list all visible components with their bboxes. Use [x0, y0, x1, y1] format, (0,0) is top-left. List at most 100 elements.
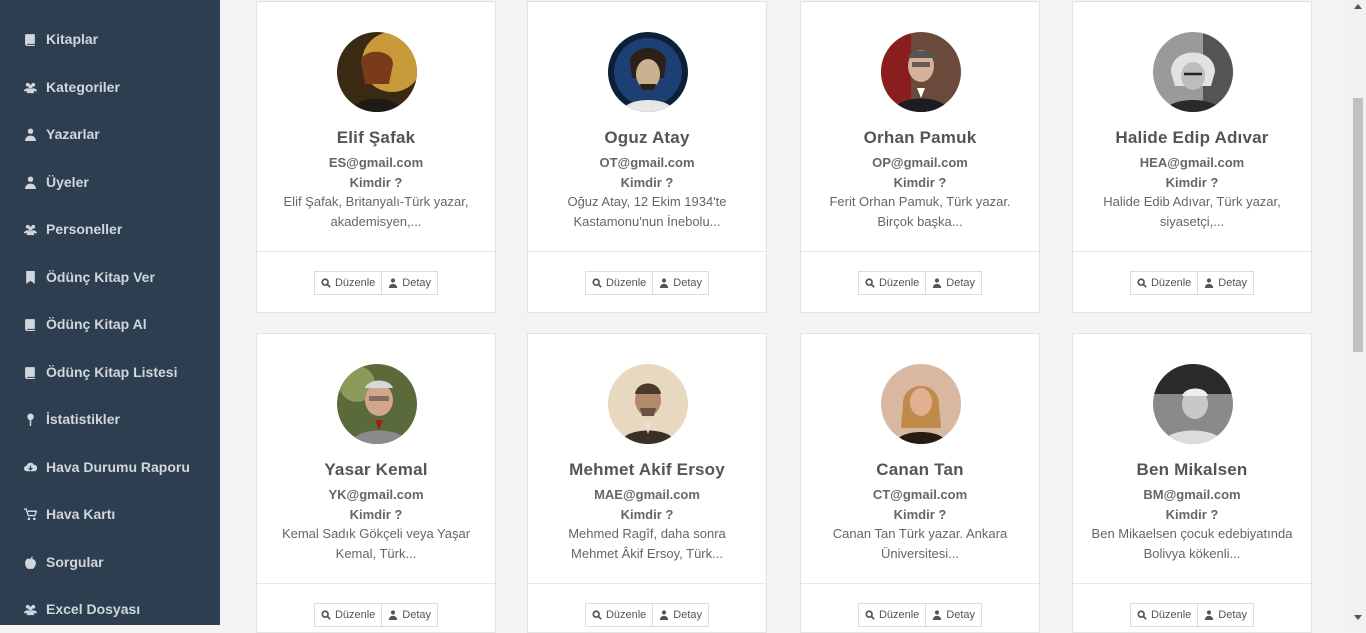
- sidebar-item-kitaplar[interactable]: Kitaplar: [24, 29, 98, 49]
- user-icon: [389, 278, 398, 288]
- detail-button[interactable]: Detay: [926, 603, 983, 627]
- avatar: [1153, 364, 1233, 444]
- author-name: Yasar Kemal: [324, 460, 428, 479]
- sidebar-item-odunc-kitap-ver[interactable]: Ödünç Kitap Ver: [24, 267, 155, 287]
- author-card: Canan Tan CT@gmail.com Kimdir ? Canan Ta…: [800, 333, 1040, 633]
- edit-button-label: Düzenle: [605, 609, 647, 621]
- avatar: [881, 32, 961, 112]
- author-bio: Canan Tan Türk yazar. Ankara Üniversites…: [832, 526, 1008, 561]
- author-card: Halide Edip Adıvar HEA@gmail.com Kimdir …: [1072, 1, 1312, 313]
- edit-button[interactable]: Düzenle: [584, 603, 654, 627]
- search-icon: [321, 610, 331, 620]
- search-icon: [1137, 278, 1147, 288]
- sidebar-item-istatistikler[interactable]: İstatistikler: [24, 409, 120, 429]
- edit-button-label: Düzenle: [605, 277, 647, 289]
- detail-button[interactable]: Detay: [926, 271, 983, 295]
- author-name: Elif Şafak: [336, 128, 416, 147]
- detail-button[interactable]: Detay: [653, 271, 710, 295]
- edit-button-label: Düzenle: [1150, 277, 1192, 289]
- sidebar-item-label: Hava Durumu Raporu: [46, 459, 190, 475]
- author-email: HEA@gmail.com: [1139, 155, 1245, 170]
- search-icon: [865, 278, 875, 288]
- users-icon: [24, 223, 37, 236]
- scroll-up-arrow-icon[interactable]: [1354, 4, 1362, 9]
- cloud-download-icon: [24, 461, 37, 474]
- author-bio: Elif Şafak, Britanyalı-Türk yazar, akade…: [283, 194, 469, 229]
- search-icon: [592, 278, 602, 288]
- detail-button[interactable]: Detay: [653, 603, 710, 627]
- sidebar-item-hava-karti[interactable]: Hava Kartı: [24, 504, 115, 524]
- edit-button-label: Düzenle: [878, 609, 920, 621]
- book-icon: [24, 366, 37, 379]
- author-card: Mehmet Akif Ersoy MAE@gmail.com Kimdir ?…: [527, 333, 767, 633]
- sidebar-item-personeller[interactable]: Personeller: [24, 219, 122, 239]
- sidebar: Kitaplar Kategoriler Yazarlar Üyeler Per…: [0, 0, 220, 625]
- sidebar-item-label: Ödünç Kitap Ver: [46, 269, 155, 285]
- sidebar-item-label: Ödünç Kitap Listesi: [46, 364, 178, 380]
- avatar: [337, 364, 417, 444]
- detail-button[interactable]: Detay: [382, 603, 439, 627]
- who-label: Kimdir ?: [620, 507, 674, 522]
- search-icon: [592, 610, 602, 620]
- user-icon: [1205, 610, 1214, 620]
- bookmark-icon: [24, 270, 37, 284]
- who-label: Kimdir ?: [1165, 175, 1219, 190]
- author-email: BM@gmail.com: [1143, 487, 1241, 502]
- edit-button-label: Düzenle: [878, 277, 920, 289]
- author-bio: Ferit Orhan Pamuk, Türk yazar. Birçok ba…: [829, 194, 1011, 229]
- avatar: [337, 32, 417, 112]
- detail-button-label: Detay: [673, 609, 703, 621]
- author-email: ES@gmail.com: [328, 155, 424, 170]
- vertical-scrollbar[interactable]: [1350, 0, 1366, 625]
- author-name: Orhan Pamuk: [863, 128, 977, 147]
- who-label: Kimdir ?: [1165, 507, 1219, 522]
- user-icon: [660, 610, 669, 620]
- sidebar-item-odunc-kitap-listesi[interactable]: Ödünç Kitap Listesi: [24, 362, 177, 382]
- user-icon: [389, 610, 398, 620]
- map-pin-icon: [24, 413, 37, 426]
- sidebar-item-label: İstatistikler: [46, 411, 120, 427]
- detail-button[interactable]: Detay: [1198, 603, 1255, 627]
- edit-button[interactable]: Düzenle: [313, 603, 383, 627]
- author-bio: Kemal Sadık Gökçeli veya Yaşar Kemal, Tü…: [281, 526, 471, 561]
- edit-button[interactable]: Düzenle: [1129, 271, 1199, 295]
- detail-button-label: Detay: [402, 609, 432, 621]
- book-icon: [24, 318, 37, 331]
- edit-button[interactable]: Düzenle: [313, 271, 383, 295]
- author-bio: Mehmed Ragîf, daha sonra Mehmet Âkif Ers…: [568, 526, 726, 561]
- sidebar-item-label: Kitaplar: [46, 31, 99, 47]
- shopping-cart-icon: [24, 507, 37, 521]
- author-bio: Halide Edib Adıvar, Türk yazar, siyasetç…: [1103, 194, 1281, 229]
- edit-button-label: Düzenle: [334, 609, 376, 621]
- sidebar-item-kategoriler[interactable]: Kategoriler: [24, 77, 120, 97]
- edit-button[interactable]: Düzenle: [584, 271, 654, 295]
- sidebar-item-hava-durumu-raporu[interactable]: Hava Durumu Raporu: [24, 457, 190, 477]
- sidebar-item-excel-dosyasi[interactable]: Excel Dosyası: [24, 599, 140, 619]
- author-email: MAE@gmail.com: [594, 487, 700, 502]
- scrollbar-thumb[interactable]: [1353, 98, 1363, 352]
- detail-button[interactable]: Detay: [1198, 271, 1255, 295]
- author-name: Halide Edip Adıvar: [1115, 128, 1269, 147]
- sidebar-item-label: Kategoriler: [46, 79, 120, 95]
- sidebar-item-sorgular[interactable]: Sorgular: [24, 552, 104, 572]
- detail-button[interactable]: Detay: [382, 271, 439, 295]
- search-icon: [865, 610, 875, 620]
- scroll-down-arrow-icon[interactable]: [1354, 615, 1362, 620]
- who-label: Kimdir ?: [620, 175, 674, 190]
- avatar: [881, 364, 961, 444]
- sidebar-item-uyeler[interactable]: Üyeler: [24, 172, 89, 192]
- who-label: Kimdir ?: [893, 507, 947, 522]
- edit-button[interactable]: Düzenle: [857, 271, 927, 295]
- edit-button[interactable]: Düzenle: [857, 603, 927, 627]
- sidebar-item-label: Personeller: [46, 221, 123, 237]
- detail-button-label: Detay: [673, 277, 703, 289]
- who-label: Kimdir ?: [349, 175, 403, 190]
- edit-button[interactable]: Düzenle: [1129, 603, 1199, 627]
- user-icon: [933, 278, 942, 288]
- sidebar-item-yazarlar[interactable]: Yazarlar: [24, 124, 100, 144]
- user-icon: [1205, 278, 1214, 288]
- detail-button-label: Detay: [946, 277, 976, 289]
- author-card: Elif Şafak ES@gmail.com Kimdir ? Elif Şa…: [256, 1, 496, 313]
- sidebar-item-odunc-kitap-al[interactable]: Ödünç Kitap Al: [24, 314, 147, 334]
- user-icon: [24, 176, 37, 189]
